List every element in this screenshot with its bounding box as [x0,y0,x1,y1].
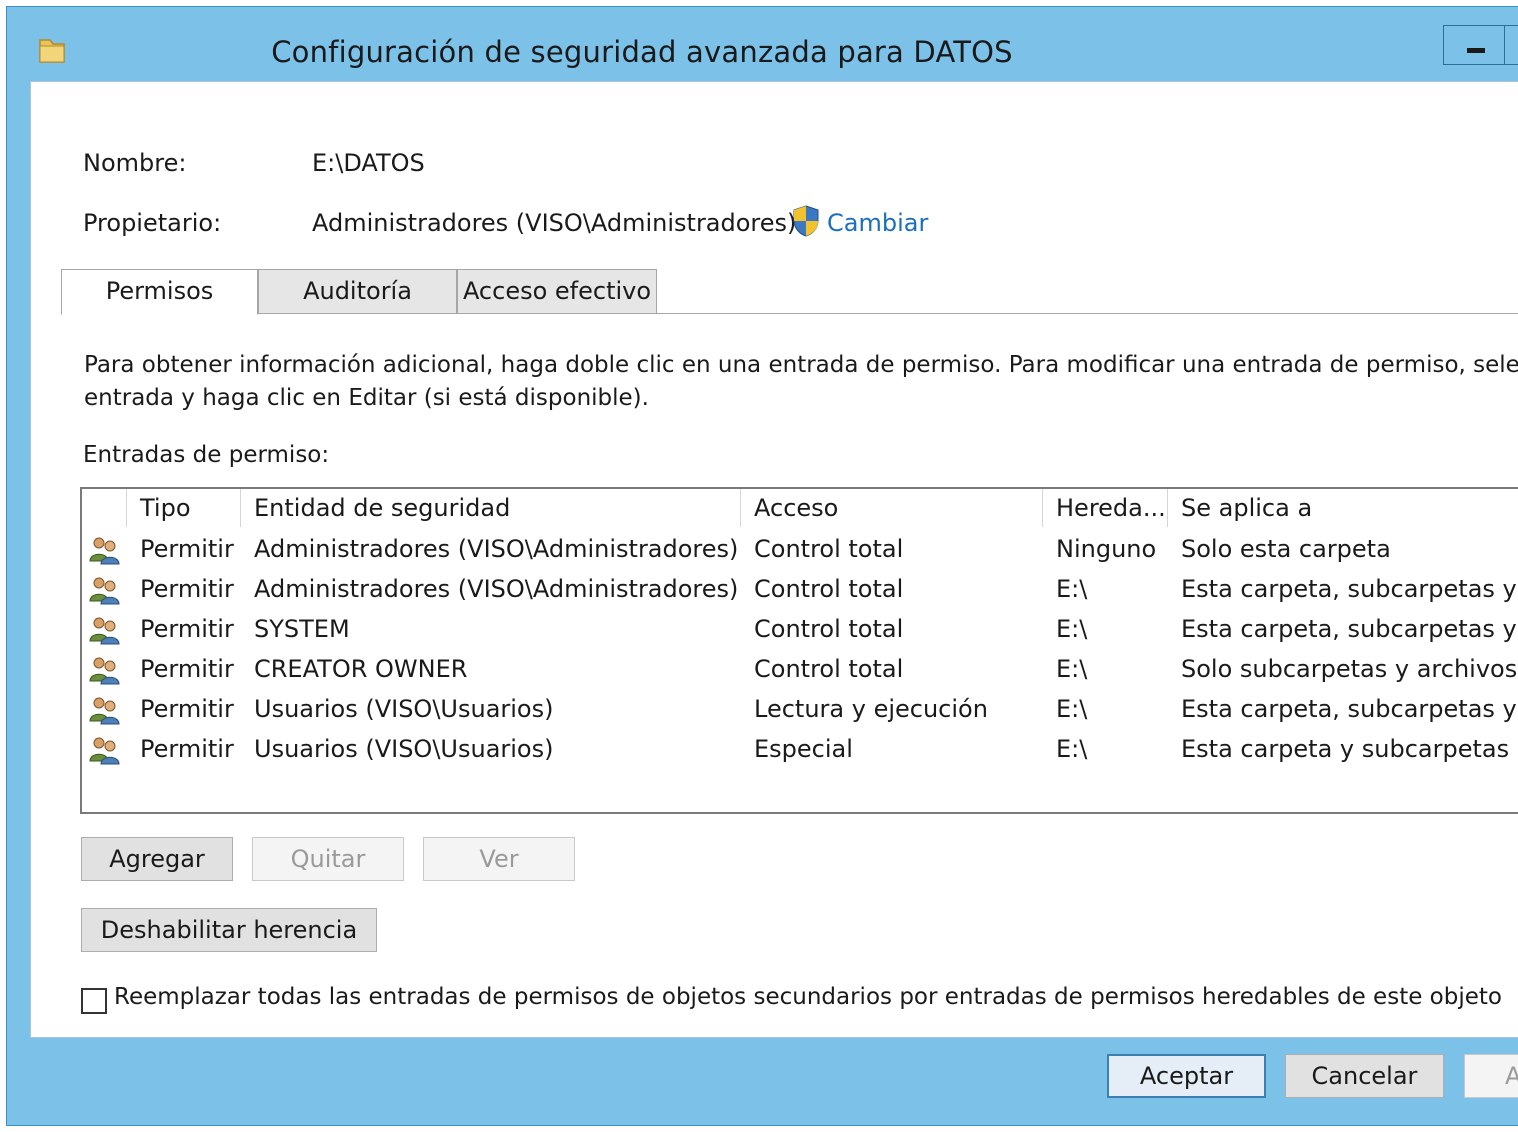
title-bar: Configuración de seguridad avanzada para… [7,7,1518,87]
cell-se-aplica-a: Solo subcarpetas y archivos [1181,655,1518,683]
user-group-icon [88,655,122,685]
cancel-button[interactable]: Cancelar [1285,1054,1444,1098]
dialog-content: Nombre: E:\DATOS Propietario: Administra… [30,81,1518,1038]
user-group-icon [88,615,122,645]
user-group-icon [88,695,122,725]
owner-value: Administradores (VISO\Administradores) [312,209,797,237]
table-row[interactable]: Permitir Administradores (VISO\Administra… [82,529,1518,569]
view-button[interactable]: Ver [423,837,575,881]
column-header-hereda[interactable]: Hereda... [1044,489,1167,527]
cell-acceso: Control total [754,615,904,643]
table-row[interactable]: Permitir Usuarios (VISO\Usuarios) Lectura … [82,689,1518,729]
tab-acceso-efectivo[interactable]: Acceso efectivo [457,269,657,314]
column-header-entidad[interactable]: Entidad de seguridad [242,489,740,527]
table-row[interactable]: Permitir Usuarios (VISO\Usuarios) Especial… [82,729,1518,769]
table-row[interactable]: Permitir SYSTEM Control total E:\ Esta carpe… [82,609,1518,649]
uac-shield-icon [793,205,819,237]
description-line-1: Para obtener información adicional, haga… [84,352,1518,378]
cell-se-aplica-a: Esta carpeta y subcarpetas [1181,735,1510,763]
column-separator [740,489,741,527]
apply-button[interactable]: A [1464,1054,1518,1098]
add-button[interactable]: Agregar [81,837,233,881]
cell-acceso: Especial [754,735,853,763]
description-line-2: entrada y haga clic en Editar (si está d… [84,385,649,411]
cell-acceso: Control total [754,535,904,563]
minimize-icon [1467,48,1485,53]
cell-tipo: Permitir [140,615,234,643]
cell-hereda: E:\ [1056,695,1088,723]
cell-hereda: E:\ [1056,655,1088,683]
cell-hereda: E:\ [1056,575,1088,603]
cell-tipo: Permitir [140,735,234,763]
tab-auditoria[interactable]: Auditoría [258,269,457,314]
disable-inheritance-button[interactable]: Deshabilitar herencia [81,908,377,952]
remove-button[interactable]: Quitar [252,837,404,881]
cell-entidad: CREATOR OWNER [254,655,468,683]
column-header-se-aplica-a[interactable]: Se aplica a [1169,489,1518,527]
cell-se-aplica-a: Solo esta carpeta [1181,535,1391,563]
description-text: Para obtener información adicional, haga… [84,349,1518,415]
cell-acceso: Lectura y ejecución [754,695,988,723]
cell-se-aplica-a: Esta carpeta, subcarpetas y arc. [1181,695,1518,723]
cell-entidad: Usuarios (VISO\Usuarios) [254,695,554,723]
entries-label: Entradas de permiso: [83,442,330,468]
cell-entidad: Administradores (VISO\Administradores) [254,535,739,563]
cell-entidad: Usuarios (VISO\Usuarios) [254,735,554,763]
tab-permisos[interactable]: Permisos [61,269,258,315]
table-row[interactable]: Permitir CREATOR OWNER Control total E:\ Sol… [82,649,1518,689]
user-group-icon [88,575,122,605]
ok-button[interactable]: Aceptar [1107,1054,1266,1098]
replace-child-permissions-label[interactable]: Reemplazar todas las entradas de permiso… [114,984,1502,1010]
column-separator [1167,489,1168,527]
cell-acceso: Control total [754,575,904,603]
minimize-button[interactable] [1443,25,1505,65]
column-header-tipo[interactable]: Tipo [128,489,240,527]
cell-se-aplica-a: Esta carpeta, subcarpetas y arc. [1181,575,1518,603]
window-title: Configuración de seguridad avanzada para… [271,35,1013,69]
name-value: E:\DATOS [312,149,425,177]
column-header-acceso[interactable]: Acceso [742,489,1042,527]
cell-entidad: Administradores (VISO\Administradores) [254,575,739,603]
cell-hereda: E:\ [1056,615,1088,643]
cell-acceso: Control total [754,655,904,683]
cell-tipo: Permitir [140,695,234,723]
user-group-icon [88,535,122,565]
column-separator [126,489,127,527]
cell-tipo: Permitir [140,535,234,563]
name-label: Nombre: [83,149,187,177]
permission-entries-table[interactable]: Tipo Entidad de seguridad Acceso Hereda.… [80,487,1518,814]
maximize-button[interactable] [1504,25,1518,65]
column-separator [1042,489,1043,527]
cell-tipo: Permitir [140,575,234,603]
column-separator [240,489,241,527]
table-row[interactable]: Permitir Administradores (VISO\Administra… [82,569,1518,609]
table-header: Tipo Entidad de seguridad Acceso Hereda.… [82,489,1518,527]
cell-hereda: Ninguno [1056,535,1157,563]
security-dialog-window: Configuración de seguridad avanzada para… [6,6,1518,1126]
cell-tipo: Permitir [140,655,234,683]
cell-entidad: SYSTEM [254,615,350,643]
replace-child-permissions-checkbox[interactable] [81,988,107,1014]
cell-se-aplica-a: Esta carpeta, subcarpetas y arc. [1181,615,1518,643]
user-group-icon [88,735,122,765]
owner-label: Propietario: [83,209,222,237]
change-owner-link[interactable]: Cambiar [827,209,928,237]
cell-hereda: E:\ [1056,735,1088,763]
